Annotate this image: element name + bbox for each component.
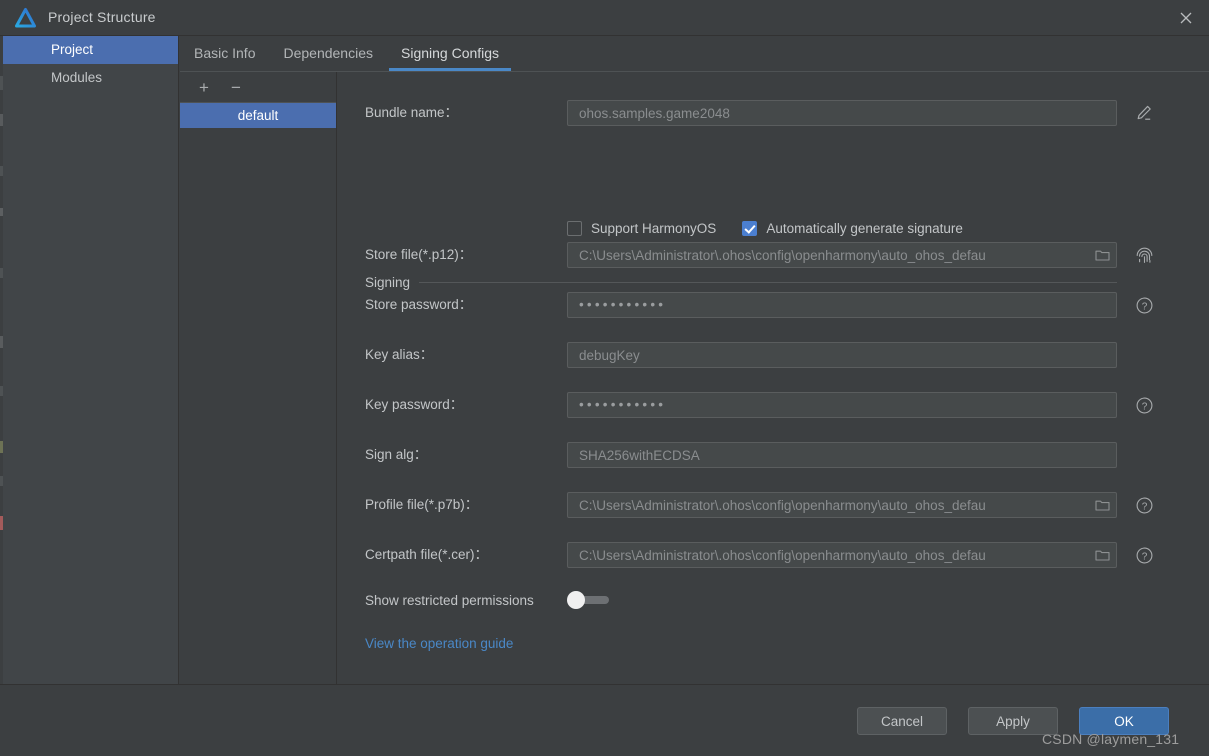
tab-signing-configs[interactable]: Signing Configs [387,36,513,71]
pencil-icon[interactable] [1133,102,1155,124]
add-config-button[interactable]: + [194,77,214,97]
signing-section-title: Signing [365,275,411,290]
store-password-input[interactable]: ••••••••••• [567,292,1117,318]
close-icon[interactable] [1163,0,1209,35]
help-icon[interactable]: ? [1133,294,1155,316]
profile-file-label: Profile file(*.p7b)： [365,497,479,512]
help-icon[interactable]: ? [1133,494,1155,516]
certpath-file-input[interactable]: C:\Users\Administrator\.ohos\config\open… [567,542,1117,568]
store-file-label: Store file(*.p12)： [365,247,473,262]
key-alias-label: Key alias： [365,347,434,362]
cancel-button[interactable]: Cancel [857,707,947,735]
svg-text:?: ? [1141,501,1147,512]
sidebar-item-modules[interactable]: Modules [3,64,178,92]
watermark: CSDN @laymen_131 [1042,731,1180,747]
profile-file-input[interactable]: C:\Users\Administrator\.ohos\config\open… [567,492,1117,518]
remove-config-button[interactable]: − [226,77,246,97]
svg-text:?: ? [1141,401,1147,412]
deveco-logo-icon [14,7,37,29]
svg-text:?: ? [1141,551,1147,562]
help-icon[interactable]: ? [1133,544,1155,566]
bundle-name-label: Bundle name： [365,105,459,120]
tab-basic-info[interactable]: Basic Info [180,36,269,71]
tab-bar: Basic Info Dependencies Signing Configs [180,36,1209,72]
help-icon[interactable]: ? [1133,394,1155,416]
store-password-value: ••••••••••• [579,297,667,313]
options-row: Support HarmonyOS Automatically generate… [567,217,963,239]
checkbox-auto-generate-signature[interactable] [742,220,758,236]
title-bar: Project Structure [0,0,1209,36]
fingerprint-icon[interactable] [1133,244,1155,266]
window-title: Project Structure [48,9,156,25]
key-password-input[interactable]: ••••••••••• [567,392,1117,418]
checkbox-support-harmonyos[interactable] [567,220,582,236]
restricted-permissions-label: Show restricted permissions [365,593,534,608]
sign-alg-value: SHA256withECDSA [579,447,700,463]
profile-file-value: C:\Users\Administrator\.ohos\config\open… [579,497,986,513]
sign-alg-label: Sign alg： [365,447,428,462]
tab-dependencies[interactable]: Dependencies [269,36,387,71]
svg-text:?: ? [1141,301,1147,312]
key-password-label: Key password： [365,397,464,412]
folder-icon[interactable] [1095,248,1110,262]
folder-icon[interactable] [1095,548,1110,562]
sidebar-item-label: Modules [51,70,103,85]
sidebar-item-project[interactable]: Project [3,36,178,64]
sidebar-item-label: Project [51,42,94,57]
project-structure-dialog: Project Structure Project Modules Basic … [0,0,1209,756]
checkbox-support-harmonyos-label: Support HarmonyOS [591,220,717,236]
dialog-footer: Cancel Apply OK [0,684,1209,756]
store-file-input[interactable]: C:\Users\Administrator\.ohos\config\open… [567,242,1117,268]
toggle-knob [567,591,585,609]
restricted-permissions-toggle[interactable] [567,591,613,609]
signing-config-list-panel: + − default [180,72,337,684]
key-alias-value: debugKey [579,347,640,363]
signing-configs-form: Bundle name： ohos.samples.game2048 Suppo… [338,72,1209,684]
bundle-name-value: ohos.samples.game2048 [579,105,730,121]
folder-icon[interactable] [1095,498,1110,512]
checkbox-auto-generate-signature-label: Automatically generate signature [766,220,963,236]
bundle-name-input[interactable]: ohos.samples.game2048 [567,100,1117,126]
section-divider [419,282,1117,283]
store-password-label: Store password： [365,297,473,312]
left-nav: Project Modules [3,36,179,684]
store-file-value: C:\Users\Administrator\.ohos\config\open… [579,247,986,263]
certpath-file-label: Certpath file(*.cer)： [365,547,489,562]
config-list-toolbar: + − [180,72,336,103]
operation-guide-link[interactable]: View the operation guide [365,636,513,651]
key-password-value: ••••••••••• [579,397,667,413]
sign-alg-input[interactable]: SHA256withECDSA [567,442,1117,468]
config-list-item-default[interactable]: default [180,103,336,128]
key-alias-input[interactable]: debugKey [567,342,1117,368]
certpath-file-value: C:\Users\Administrator\.ohos\config\open… [579,547,986,563]
signing-section-header: Signing [365,275,1117,290]
